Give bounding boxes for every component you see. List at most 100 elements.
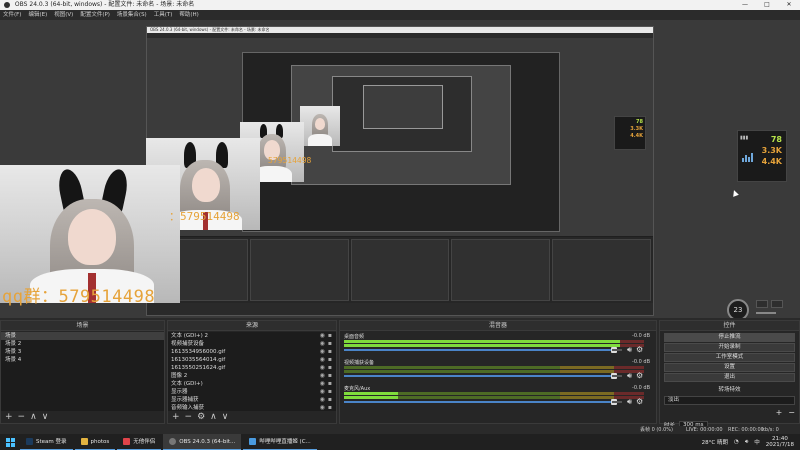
controls-dock: 控件 停止推流 开始录制 工作室模式 设置 退出 转场特效 淡出 + − 时长 … xyxy=(659,320,800,429)
scene-item[interactable]: 场景 2 xyxy=(1,340,164,348)
volume-icon[interactable]: 🔊︎ xyxy=(745,439,748,446)
minimize-button[interactable]: — xyxy=(734,0,756,10)
volume-fader[interactable] xyxy=(344,399,617,405)
webcam-frame-4 xyxy=(300,106,340,146)
volume-meter xyxy=(344,344,644,347)
source-item[interactable]: 文本 (GDI+) ◉ ▪ xyxy=(168,380,336,388)
move-down-button[interactable]: ∨ xyxy=(42,411,49,423)
menu-scene-collection[interactable]: 场景集合(S) xyxy=(117,10,147,20)
eye-icon: ◉ xyxy=(319,380,325,387)
close-button[interactable]: ✕ xyxy=(778,0,800,10)
stop-streaming-button[interactable]: 停止推流 xyxy=(664,333,795,342)
studio-mode-button[interactable]: 工作室模式 xyxy=(664,353,795,362)
volume-meter xyxy=(344,396,644,399)
lock-icon: ▪ xyxy=(327,348,332,355)
source-item[interactable]: 1613534956000.gif ◉ ▪ xyxy=(168,348,336,356)
stats-widget-small: 78 3.3K 4.4K xyxy=(614,116,646,150)
taskbar-item-steam[interactable]: Steam 登录 xyxy=(20,434,73,450)
menu-view[interactable]: 视图(V) xyxy=(54,10,73,20)
status-live: LIVE: 00:00:00 xyxy=(686,427,723,433)
source-item[interactable]: 1613550251624.gif ◉ ▪ xyxy=(168,364,336,372)
remove-transition-button[interactable]: − xyxy=(788,408,795,417)
speaker-icon[interactable]: 🔊︎ xyxy=(627,397,632,407)
stat-mem-small: 4.4K xyxy=(630,133,643,139)
mixer-channel: 桌面音频 -0.0 dB 🔊︎ ⚙ xyxy=(340,332,656,358)
taskbar: Steam 登录 photos 无他伴侣 OBS 24.0.3 (64-bit.… xyxy=(0,434,800,450)
source-item[interactable]: 1613035564014.gif ◉ ▪ xyxy=(168,356,336,364)
fader-track xyxy=(612,401,622,403)
sources-title: 来源 xyxy=(168,321,336,331)
volume-fader[interactable] xyxy=(344,347,617,353)
start-recording-button[interactable]: 开始录制 xyxy=(664,343,795,352)
source-item[interactable]: 显示器 ◉ ▪ xyxy=(168,388,336,396)
taskbar-item-wuta[interactable]: 无他伴侣 xyxy=(117,434,162,450)
volume-meter xyxy=(344,340,644,343)
eye-icon: ◉ xyxy=(319,332,325,339)
lock-icon: ▪ xyxy=(327,332,332,339)
add-source-button[interactable]: + xyxy=(172,411,180,423)
source-item[interactable]: 视频捕获设备 ◉ ▪ xyxy=(168,340,336,348)
scene-item[interactable]: 场景 3 xyxy=(1,348,164,356)
overlay-qq-text-small: 579514498 xyxy=(268,156,312,165)
lock-icon: ▪ xyxy=(327,364,332,371)
add-transition-button[interactable]: + xyxy=(776,408,783,417)
eye-icon: ◉ xyxy=(319,340,325,347)
folder-icon xyxy=(80,438,88,445)
menu-help[interactable]: 帮助(H) xyxy=(179,10,198,20)
mouse-cursor-icon xyxy=(731,189,739,197)
transition-select[interactable]: 淡出 xyxy=(664,396,795,405)
menu-tools[interactable]: 工具(T) xyxy=(154,10,173,20)
menu-file[interactable]: 文件(F) xyxy=(3,10,21,20)
source-item[interactable]: 图像 2 ◉ ▪ xyxy=(168,372,336,380)
volume-fader[interactable] xyxy=(344,373,617,379)
exit-button[interactable]: 退出 xyxy=(664,373,795,382)
remove-scene-button[interactable]: − xyxy=(18,411,26,423)
obs-app-icon xyxy=(4,1,10,8)
gear-icon[interactable]: ⚙ xyxy=(636,397,643,407)
move-down-button[interactable]: ∨ xyxy=(222,411,229,423)
clock[interactable]: 21:40 2021/7/18 xyxy=(766,436,794,448)
move-up-button[interactable]: ∧ xyxy=(210,411,217,423)
input-language[interactable]: 中 xyxy=(754,438,760,446)
overlay-qq-text-mid: ：579514498 xyxy=(169,210,240,223)
taskbar-item-photos[interactable]: photos xyxy=(74,434,116,450)
gear-icon[interactable]: ⚙ xyxy=(636,371,643,381)
add-scene-button[interactable]: + xyxy=(5,411,13,423)
move-up-button[interactable]: ∧ xyxy=(30,411,37,423)
source-item[interactable]: 显示器捕获 ◉ ▪ xyxy=(168,396,336,404)
nested-taskbar xyxy=(147,303,653,315)
volume-meter xyxy=(344,366,644,369)
menu-edit[interactable]: 编辑(E) xyxy=(28,10,47,20)
eye-icon: ◉ xyxy=(319,372,325,379)
clock-date: 2021/7/18 xyxy=(765,442,794,448)
source-item[interactable]: 文本 (GDI+) 2 ◉ ▪ xyxy=(168,332,336,340)
window-title: OBS 24.0.3 (64-bit, windows) - 配置文件: 未命名… xyxy=(14,1,195,8)
maximize-button[interactable]: □ xyxy=(756,0,778,10)
menu-profile[interactable]: 配置文件(P) xyxy=(80,10,110,20)
volume-meter xyxy=(344,392,644,395)
speaker-icon[interactable]: 🔊︎ xyxy=(627,371,632,381)
windows-start-button[interactable] xyxy=(0,434,20,450)
source-settings-button[interactable]: ⚙ xyxy=(197,411,205,423)
bilibili-icon xyxy=(249,438,257,445)
taskbar-item-bilibili[interactable]: 哔哩哔哩直播姬 (C... xyxy=(243,434,317,450)
settings-button[interactable]: 设置 xyxy=(664,363,795,372)
preview-canvas[interactable]: OBS 24.0.3 (64-bit, windows) - 配置文件: 未命名… xyxy=(0,20,800,318)
obs-icon xyxy=(169,438,177,445)
transitions-title: 转场特效 xyxy=(718,387,741,393)
taskbar-item-obs[interactable]: OBS 24.0.3 (64-bit... xyxy=(163,434,242,450)
scene-item[interactable]: 场景 xyxy=(1,332,164,340)
controls-title: 控件 xyxy=(660,321,799,331)
wifi-icon[interactable]: ◔ xyxy=(734,439,739,445)
scene-item[interactable]: 场景 4 xyxy=(1,356,164,364)
app-icon xyxy=(123,438,131,445)
status-rec: REC: 00:00:00 xyxy=(728,427,764,433)
eye-icon: ◉ xyxy=(319,356,325,363)
remove-source-button[interactable]: − xyxy=(185,411,193,423)
speaker-icon[interactable]: 🔊︎ xyxy=(627,345,632,355)
gear-icon[interactable]: ⚙ xyxy=(636,345,643,355)
nested-preview-4 xyxy=(332,76,472,152)
stats-bar-chart-icon xyxy=(742,153,753,162)
weather[interactable]: 28°C 晴朗 xyxy=(702,438,728,446)
status-dropped: 丢帧 0 (0.0%) xyxy=(640,427,673,433)
